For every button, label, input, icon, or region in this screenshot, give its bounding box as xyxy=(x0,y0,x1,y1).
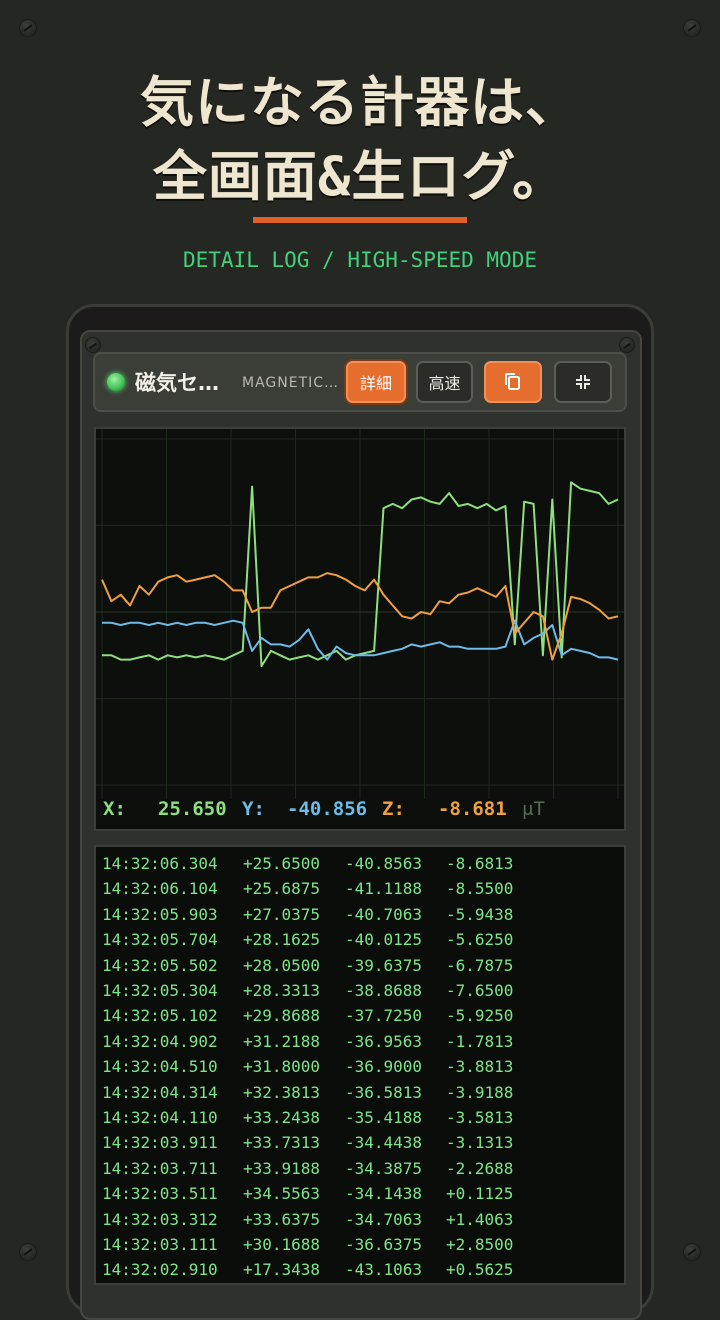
log-time-cell: 14:32:04.510 xyxy=(102,1057,218,1077)
log-z-cell: -7.6500 xyxy=(446,981,514,1000)
log-y-cell: -36.9000 xyxy=(345,1057,423,1077)
log-y-cell: -43.1063 xyxy=(345,1260,423,1280)
high-speed-button[interactable]: 高速 xyxy=(416,361,473,403)
log-time-cell: 14:32:05.102 xyxy=(102,1006,218,1026)
log-y-cell: -34.4438 xyxy=(345,1133,423,1153)
log-z-cell: -3.8813 xyxy=(446,1057,514,1077)
log-time-cell: 14:32:03.711 xyxy=(102,1158,218,1178)
collapse-icon xyxy=(576,375,590,389)
log-x-cell: +28.0500 xyxy=(243,955,321,975)
log-y-cell: -34.7063 xyxy=(345,1209,423,1229)
log-time-cell: 14:32:03.312 xyxy=(102,1209,218,1229)
log-time-cell: 14:32:05.903 xyxy=(102,904,218,924)
log-x-cell: +33.2438 xyxy=(243,1108,321,1127)
log-x-cell: +31.8000 xyxy=(243,1057,321,1077)
log-y-cell: -39.6375 xyxy=(345,955,423,975)
magnetic-field-chart xyxy=(96,429,624,799)
log-time-cell: 14:32:03.111 xyxy=(102,1235,218,1254)
corner-screw-icon xyxy=(20,1244,36,1260)
log-time-cell: 14:32:06.104 xyxy=(102,879,218,899)
log-z-cell: -3.1313 xyxy=(446,1133,514,1153)
sensor-name-en: MAGNETIC… xyxy=(242,375,338,391)
log-x-cell: +27.0375 xyxy=(243,904,321,924)
log-x-cell: +28.1625 xyxy=(243,930,321,950)
log-y-cell: -36.9563 xyxy=(345,1031,423,1051)
log-z-cell: +2.8500 xyxy=(446,1235,514,1254)
detail-button-label: 詳細 xyxy=(359,374,392,393)
collapse-button[interactable] xyxy=(554,361,612,403)
log-z-cell: -5.9250 xyxy=(446,1006,514,1026)
log-time-cell: 14:32:06.304 xyxy=(102,854,218,873)
accent-underline xyxy=(253,217,467,223)
log-y-cell: -40.8563 xyxy=(345,854,423,873)
log-y-cell: -34.1438 xyxy=(345,1184,423,1204)
panel-screw-icon xyxy=(620,338,634,352)
subtitle: DETAIL LOG / HIGH-SPEED MODE xyxy=(182,248,537,272)
log-y-cell: -35.4188 xyxy=(345,1108,423,1127)
z-label: Z: xyxy=(382,798,405,820)
log-y-cell: -40.7063 xyxy=(345,904,423,924)
y-label: Y: xyxy=(242,798,265,820)
log-z-cell: -8.6813 xyxy=(446,854,514,873)
log-x-cell: +29.8688 xyxy=(243,1006,321,1026)
copy-button[interactable] xyxy=(484,361,542,403)
log-y-cell: -37.7250 xyxy=(345,1006,423,1026)
log-time-cell: 14:32:03.511 xyxy=(102,1184,218,1204)
y-value: -40.856 xyxy=(287,798,368,820)
log-time-cell: 14:32:05.304 xyxy=(102,981,218,1000)
z-value: -8.681 xyxy=(438,798,507,820)
corner-screw-icon xyxy=(684,1244,700,1260)
log-z-cell: -6.7875 xyxy=(446,955,514,975)
log-time-cell: 14:32:03.911 xyxy=(102,1133,218,1153)
log-y-cell: -36.6375 xyxy=(345,1235,423,1254)
headline-line-2: 全画面&生ログ。 xyxy=(152,145,568,208)
unit-label: μT xyxy=(522,798,545,820)
log-x-cell: +30.1688 xyxy=(243,1235,321,1254)
log-x-cell: +17.3438 xyxy=(243,1260,321,1280)
log-y-cell: -36.5813 xyxy=(345,1082,423,1102)
log-z-cell: +0.5625 xyxy=(446,1260,514,1280)
log-x-cell: +25.6875 xyxy=(243,879,321,899)
log-z-cell: -3.5813 xyxy=(446,1108,514,1127)
log-y-cell: -41.1188 xyxy=(345,879,423,899)
log-x-cell: +32.3813 xyxy=(243,1082,321,1102)
log-z-cell: -8.5500 xyxy=(446,879,514,899)
log-time-cell: 14:32:04.902 xyxy=(102,1031,218,1051)
corner-screw-icon xyxy=(684,20,700,36)
log-z-cell: -3.9188 xyxy=(446,1082,514,1102)
log-time-cell: 14:32:05.704 xyxy=(102,930,218,950)
log-z-cell: -5.9438 xyxy=(446,904,514,924)
log-time-cell: 14:32:04.314 xyxy=(102,1082,218,1102)
log-x-cell: +33.7313 xyxy=(243,1133,321,1153)
log-time-cell: 14:32:05.502 xyxy=(102,955,218,975)
log-x-cell: +33.6375 xyxy=(243,1209,321,1229)
log-x-cell: +25.6500 xyxy=(243,854,321,873)
log-time-cell: 14:32:02.910 xyxy=(102,1260,218,1280)
log-z-cell: -5.6250 xyxy=(446,930,514,950)
log-y-cell: -38.8688 xyxy=(345,981,423,1000)
high-speed-button-label: 高速 xyxy=(428,374,461,393)
log-x-cell: +31.2188 xyxy=(243,1031,321,1051)
copy-icon xyxy=(505,373,520,390)
log-y-cell: -40.0125 xyxy=(345,930,423,950)
log-z-cell: -2.2688 xyxy=(446,1158,514,1178)
log-x-cell: +33.9188 xyxy=(243,1158,321,1178)
headline-line-1: 気になる計器は、 xyxy=(140,71,580,134)
log-time-cell: 14:32:04.110 xyxy=(102,1108,218,1127)
detail-button[interactable]: 詳細 xyxy=(346,361,406,403)
x-label: X: xyxy=(103,798,126,820)
corner-screw-icon xyxy=(20,20,36,36)
log-z-cell: +0.1125 xyxy=(446,1184,514,1204)
x-value: 25.650 xyxy=(158,798,227,820)
log-y-cell: -34.3875 xyxy=(345,1158,423,1178)
log-x-cell: +28.3313 xyxy=(243,981,321,1000)
status-led-icon xyxy=(107,373,125,391)
panel-screw-icon xyxy=(86,338,100,352)
log-z-cell: +1.4063 xyxy=(446,1209,514,1229)
log-x-cell: +34.5563 xyxy=(243,1184,321,1204)
log-z-cell: -1.7813 xyxy=(446,1031,514,1051)
sensor-name: 磁気セ… xyxy=(135,371,219,395)
